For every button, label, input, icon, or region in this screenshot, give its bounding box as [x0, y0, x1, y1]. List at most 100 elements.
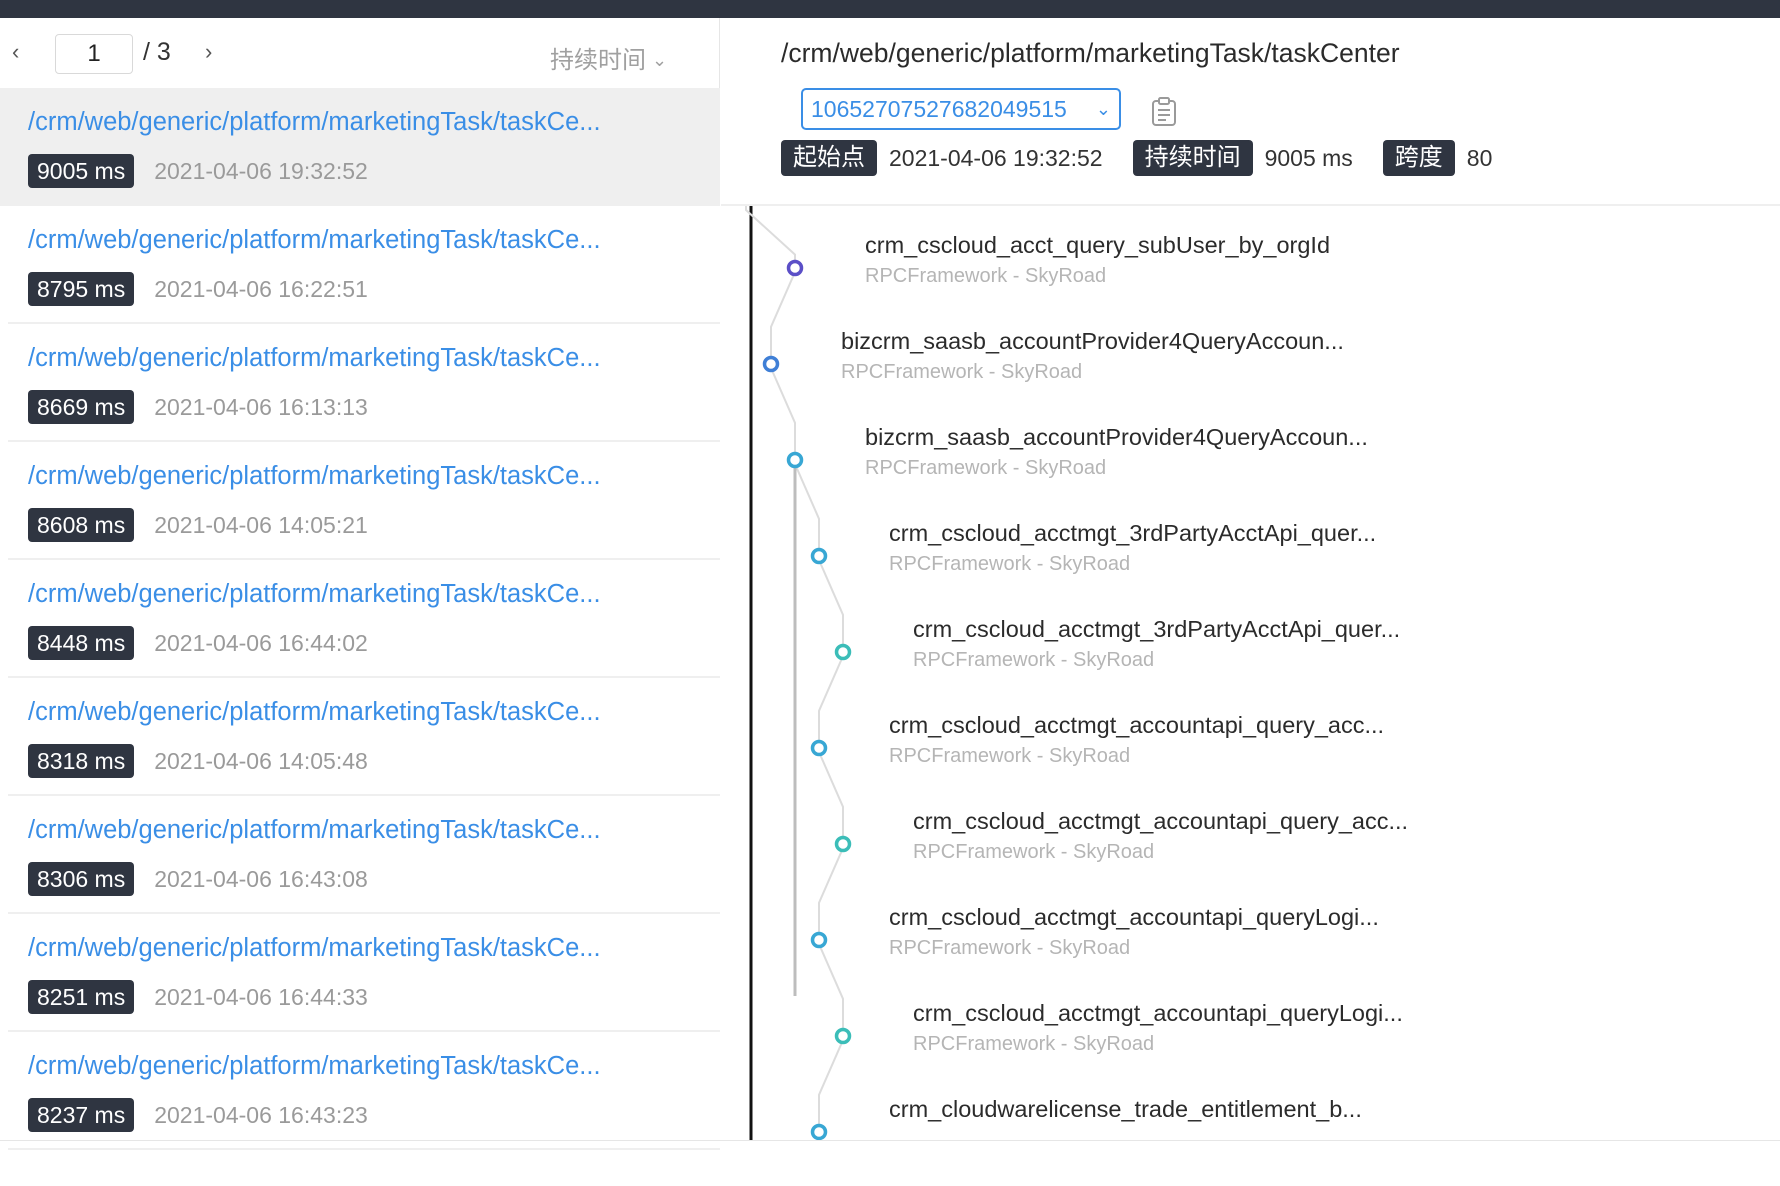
duration-tag: 持续时间 — [1132, 140, 1253, 176]
list-item[interactable]: /crm/web/generic/platform/marketingTask/… — [0, 88, 720, 206]
trace-timestamp: 2021-04-06 16:22:51 — [154, 275, 368, 302]
top-bar — [0, 0, 1780, 18]
pagination: ‹ 1 / 3 › 持续时间 ⌄ — [0, 18, 720, 88]
span-source: RPCFramework - SkyRoad — [913, 1033, 1155, 1055]
trace-info: 8318 ms 2021-04-06 14:05:48 — [28, 744, 368, 778]
list-item[interactable]: /crm/web/generic/platform/marketingTask/… — [8, 442, 720, 560]
span-name: crm_cscloud_acctmgt_accountapi_queryLogi… — [913, 1000, 1403, 1026]
span-node[interactable] — [810, 931, 828, 949]
trace-timestamp: 2021-04-06 16:43:23 — [154, 1101, 368, 1128]
span-node[interactable] — [834, 1027, 852, 1045]
span-item[interactable]: crm_cscloud_acctmgt_accountapi_queryLogi… — [889, 904, 1379, 960]
span-item[interactable]: crm_cscloud_acctmgt_accountapi_query_acc… — [913, 808, 1408, 864]
list-item[interactable]: /crm/web/generic/platform/marketingTask/… — [8, 796, 720, 914]
trace-url[interactable]: /crm/web/generic/platform/marketingTask/… — [28, 580, 698, 609]
span-item[interactable]: crm_cloudwarelicense_trade_entitlement_b… — [889, 1096, 1362, 1129]
span-connector — [770, 364, 796, 460]
trace-info: 8306 ms 2021-04-06 16:43:08 — [28, 862, 368, 896]
trace-url[interactable]: /crm/web/generic/platform/marketingTask/… — [28, 698, 698, 727]
span-node[interactable] — [810, 739, 828, 757]
span-connector — [818, 844, 844, 940]
duration-badge: 8448 ms — [28, 626, 135, 660]
span-item[interactable]: bizcrm_saasb_accountProvider4QueryAccoun… — [841, 328, 1344, 384]
span-node[interactable] — [834, 643, 852, 661]
span-node[interactable] — [786, 451, 804, 469]
start-tag: 起始点 — [781, 140, 877, 176]
span-connector — [794, 460, 820, 556]
span-connector — [818, 652, 844, 748]
span-node[interactable] — [762, 355, 780, 373]
trace-info: 8795 ms 2021-04-06 16:22:51 — [28, 272, 368, 306]
list-item[interactable]: /crm/web/generic/platform/marketingTask/… — [8, 324, 720, 442]
duration-badge: 8237 ms — [28, 1098, 135, 1132]
span-connector — [818, 940, 844, 1036]
span-item[interactable]: crm_cscloud_acctmgt_3rdPartyAcctApi_quer… — [889, 520, 1376, 576]
span-item[interactable]: crm_cscloud_acct_query_subUser_by_orgId R… — [865, 232, 1330, 288]
span-source: RPCFramework - SkyRoad — [865, 457, 1107, 479]
span-count-tag: 跨度 — [1382, 140, 1455, 176]
span-source: RPCFramework - SkyRoad — [841, 361, 1083, 383]
span-node[interactable] — [810, 1123, 828, 1140]
span-connector — [770, 268, 796, 364]
page-total: / 3 — [143, 38, 171, 66]
span-tree: crm_cscloud_acct_query_subUser_by_orgId R… — [721, 206, 1780, 1140]
chevron-right-icon[interactable]: › — [205, 40, 225, 64]
start-value: 2021-04-06 19:32:52 — [889, 144, 1103, 171]
chevron-down-icon: ⌄ — [652, 50, 668, 70]
trace-url[interactable]: /crm/web/generic/platform/marketingTask/… — [28, 462, 698, 491]
duration-badge: 8251 ms — [28, 980, 135, 1014]
trace-url[interactable]: /crm/web/generic/platform/marketingTask/… — [28, 226, 698, 255]
span-count-value: 80 — [1466, 144, 1493, 171]
duration-badge: 8318 ms — [28, 744, 135, 778]
trace-url[interactable]: /crm/web/generic/platform/marketingTask/… — [28, 1052, 698, 1081]
sort-dropdown[interactable]: 持续时间 ⌄ — [550, 40, 667, 75]
span-name: crm_cscloud_acctmgt_3rdPartyAcctApi_quer… — [913, 616, 1401, 642]
duration-badge: 8795 ms — [28, 272, 135, 306]
span-node[interactable] — [786, 259, 804, 277]
trace-timestamp: 2021-04-06 14:05:48 — [154, 747, 368, 774]
span-name: crm_cscloud_acctmgt_accountapi_query_acc… — [913, 808, 1409, 834]
duration-value: 9005 ms — [1264, 144, 1353, 171]
page-input[interactable]: 1 — [55, 34, 133, 74]
span-item[interactable]: crm_cscloud_acctmgt_accountapi_query_acc… — [889, 712, 1384, 768]
trace-url[interactable]: /crm/web/generic/platform/marketingTask/… — [28, 934, 698, 963]
sort-label: 持续时间 — [550, 47, 646, 74]
trace-info: 9005 ms 2021-04-06 19:32:52 — [28, 154, 368, 188]
trace-info: 8608 ms 2021-04-06 14:05:21 — [28, 508, 368, 542]
span-connector — [818, 1036, 844, 1132]
trace-url[interactable]: /crm/web/generic/platform/marketingTask/… — [28, 816, 698, 845]
duration-badge: 8608 ms — [28, 508, 135, 542]
duration-badge: 8669 ms — [28, 390, 135, 424]
trace-info: 8251 ms 2021-04-06 16:44:33 — [28, 980, 368, 1014]
list-item[interactable]: /crm/web/generic/platform/marketingTask/… — [8, 560, 720, 678]
span-item[interactable]: crm_cscloud_acctmgt_3rdPartyAcctApi_quer… — [913, 616, 1400, 672]
trace-url[interactable]: /crm/web/generic/platform/marketingTask/… — [28, 344, 698, 373]
divider — [0, 1140, 1780, 1141]
span-node[interactable] — [834, 835, 852, 853]
trace-info: 8448 ms 2021-04-06 16:44:02 — [28, 626, 368, 660]
span-node[interactable] — [810, 547, 828, 565]
trace-timestamp: 2021-04-06 19:32:52 — [154, 157, 368, 184]
span-connector — [818, 748, 844, 844]
span-source: RPCFramework - SkyRoad — [889, 937, 1131, 959]
trace-meta: 起始点 2021-04-06 19:32:52 持续时间 9005 ms 跨度 … — [781, 140, 1522, 176]
list-item[interactable]: /crm/web/generic/platform/marketingTask/… — [8, 206, 720, 324]
list-item[interactable]: /crm/web/generic/platform/marketingTask/… — [8, 914, 720, 1032]
trace-url[interactable]: /crm/web/generic/platform/marketingTask/… — [28, 108, 698, 137]
chevron-left-icon[interactable]: ‹ — [12, 40, 32, 64]
span-name: crm_cscloud_acct_query_subUser_by_orgId — [865, 232, 1331, 258]
span-name: crm_cscloud_acctmgt_3rdPartyAcctApi_quer… — [889, 520, 1377, 546]
detail-title: /crm/web/generic/platform/marketingTask/… — [781, 38, 1400, 68]
clipboard-icon[interactable] — [1151, 96, 1177, 126]
span-source: RPCFramework - SkyRoad — [889, 553, 1131, 575]
trace-list: /crm/web/generic/platform/marketingTask/… — [0, 88, 720, 1150]
trace-id-value: 10652707527682049515 — [811, 96, 1067, 122]
span-item[interactable]: crm_cscloud_acctmgt_accountapi_queryLogi… — [913, 1000, 1403, 1056]
list-item[interactable]: /crm/web/generic/platform/marketingTask/… — [8, 1032, 720, 1150]
span-name: crm_cscloud_acctmgt_accountapi_queryLogi… — [889, 904, 1379, 930]
trace-id-select[interactable]: 10652707527682049515 ⌄ — [801, 88, 1121, 130]
span-item[interactable]: bizcrm_saasb_accountProvider4QueryAccoun… — [865, 424, 1368, 480]
list-item[interactable]: /crm/web/generic/platform/marketingTask/… — [8, 678, 720, 796]
trace-timestamp: 2021-04-06 16:44:33 — [154, 983, 368, 1010]
span-connector — [818, 556, 844, 652]
